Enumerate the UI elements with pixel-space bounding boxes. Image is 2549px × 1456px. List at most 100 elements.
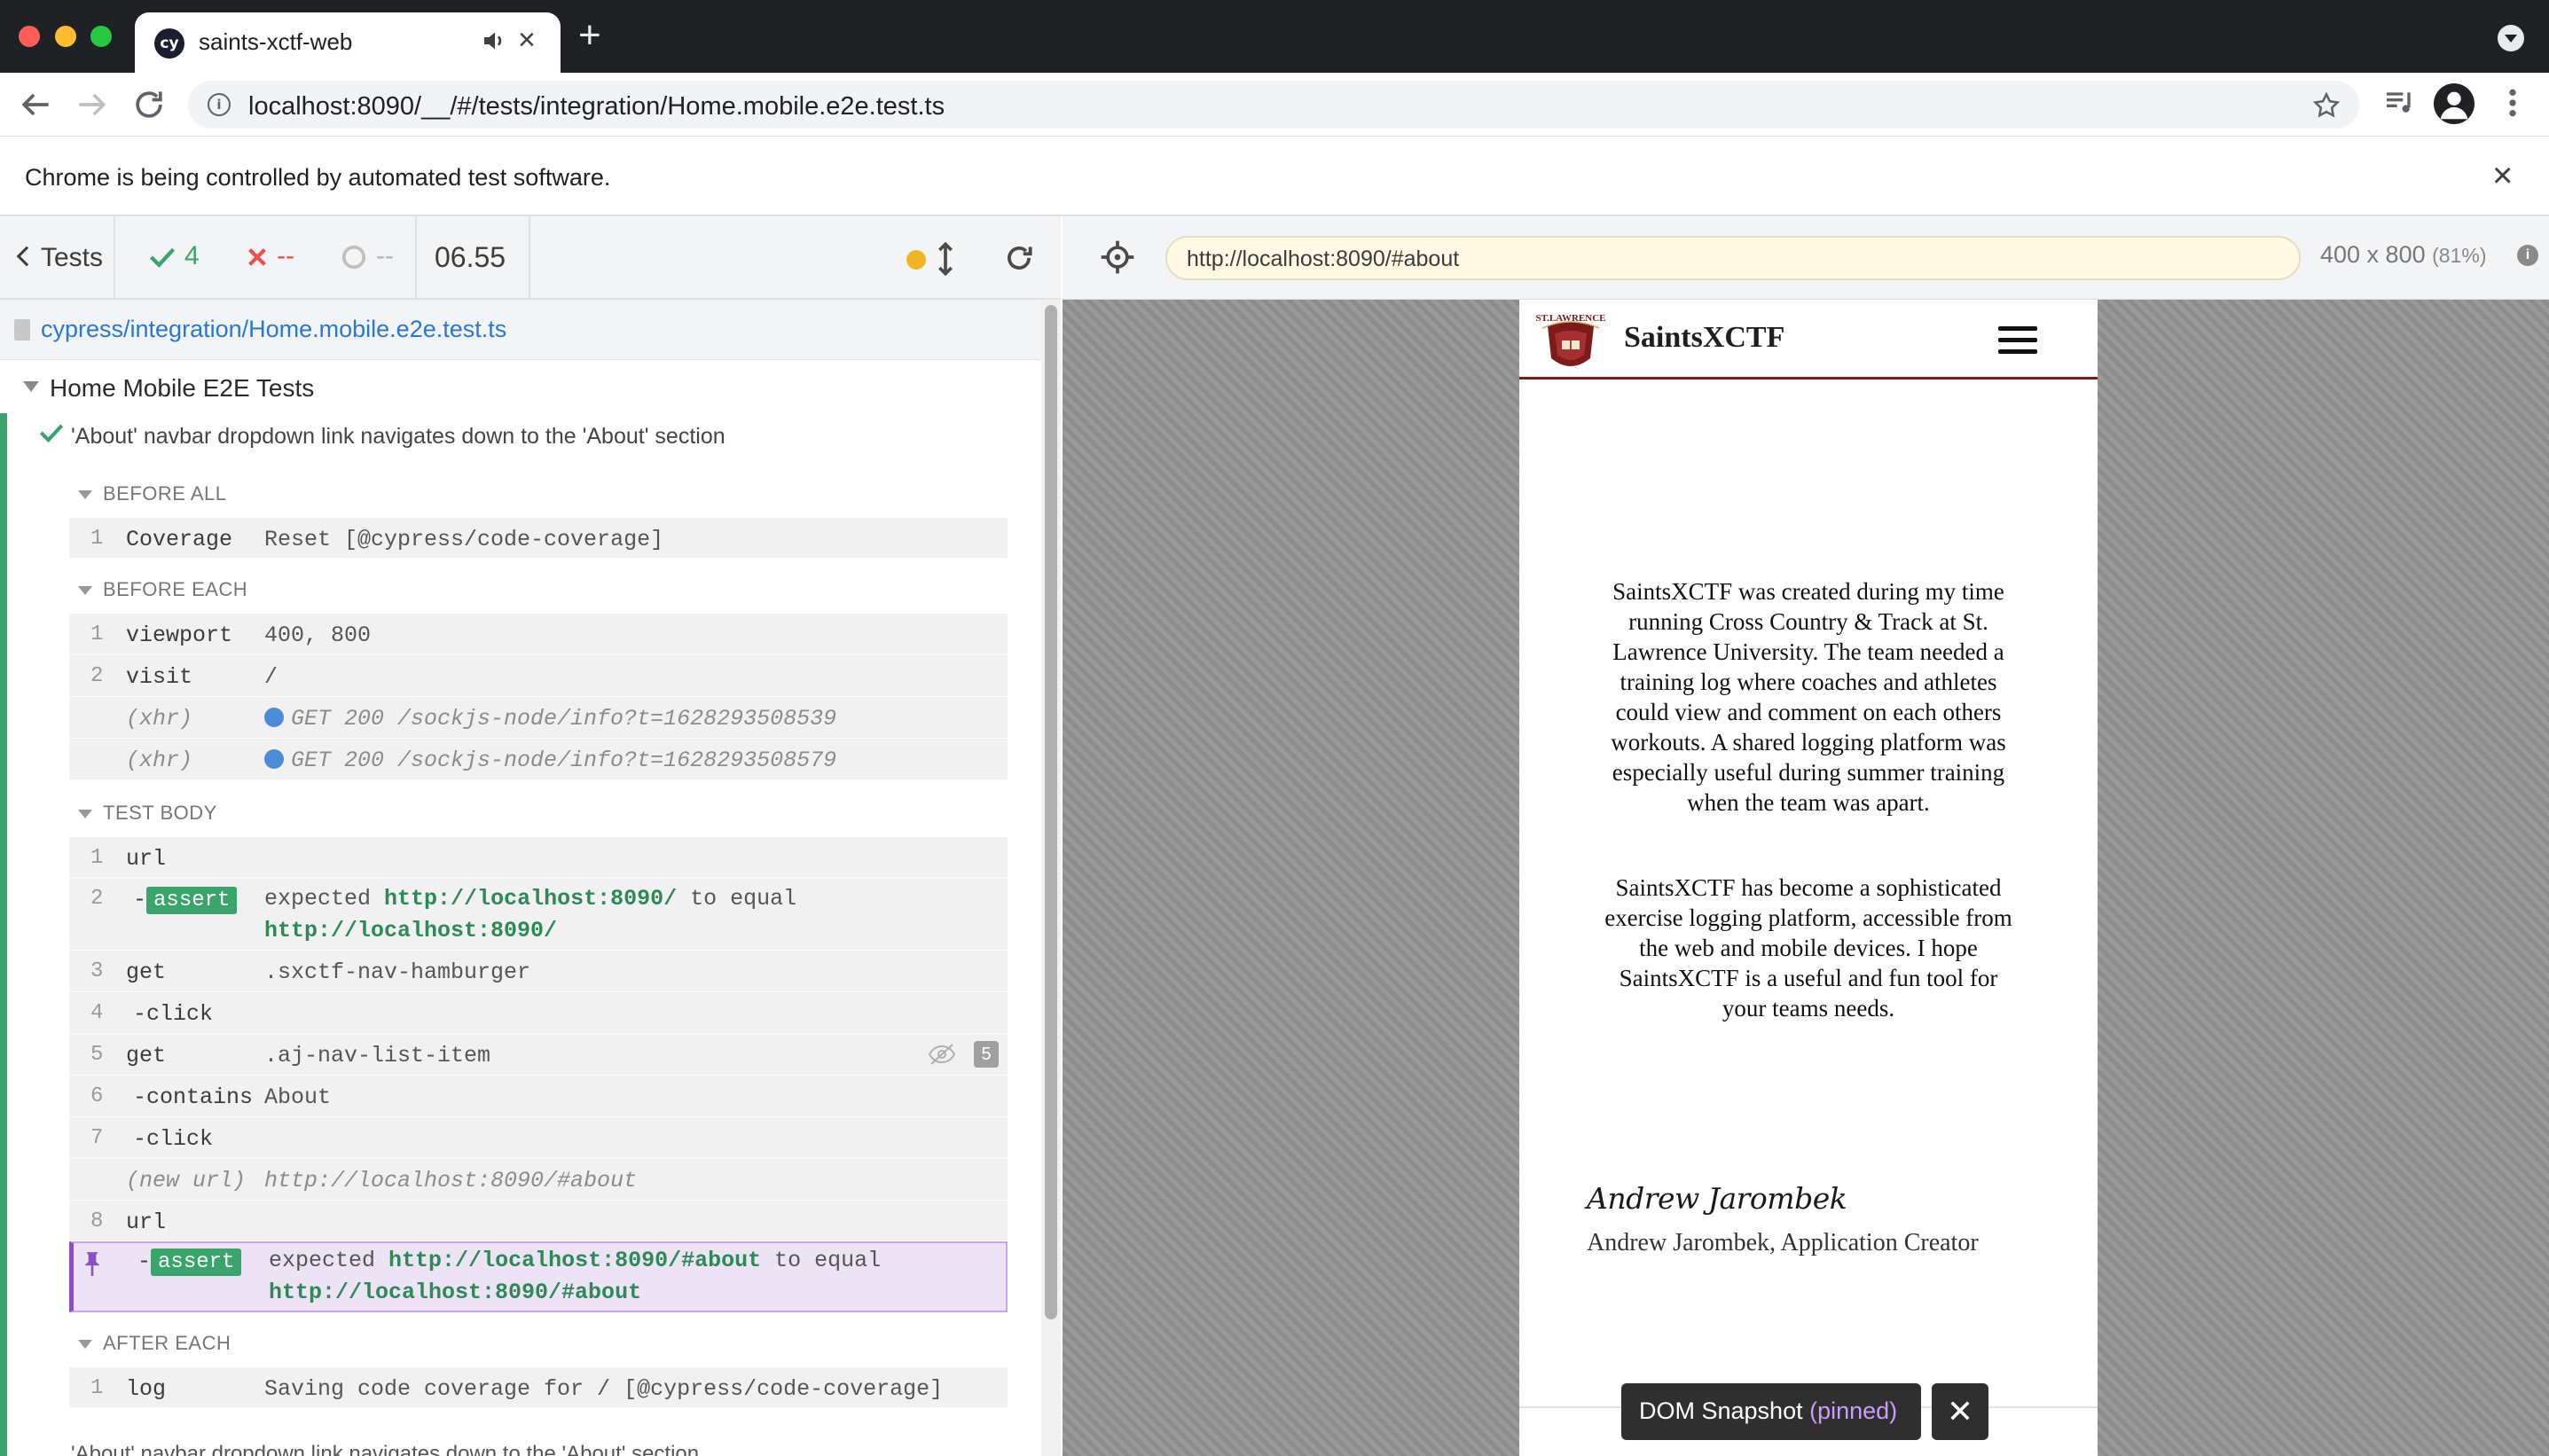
suite-header[interactable]: Home Mobile E2E Tests xyxy=(0,360,1041,415)
pending-count[interactable]: -- xyxy=(341,241,394,271)
st-lawrence-logo-icon[interactable]: ST.LAWRENCE xyxy=(1535,307,1606,374)
command-name: get xyxy=(126,959,167,985)
command-row[interactable]: 1 log Saving code coverage for / [@cypre… xyxy=(69,1367,1008,1408)
command-message: Saving code coverage for / [@cypress/cod… xyxy=(264,1376,944,1402)
hook-label: BEFORE EACH xyxy=(103,578,248,600)
back-arrow-icon[interactable] xyxy=(16,85,55,124)
new-tab-button[interactable]: + xyxy=(578,16,601,55)
running-status-dot xyxy=(906,250,926,270)
hamburger-menu-icon[interactable] xyxy=(1998,326,2037,355)
command-row[interactable]: 6 -contains About xyxy=(69,1076,1008,1117)
hook-label: BEFORE ALL xyxy=(103,482,227,505)
browser-tab[interactable]: cy saints-xctf-web × xyxy=(135,12,561,73)
pinned-assert-row[interactable]: - assert expected http://localhost:8090/#… xyxy=(69,1241,1008,1312)
command-row[interactable]: 4 -click xyxy=(69,992,1008,1034)
spec-file-link[interactable]: cypress/integration/Home.mobile.e2e.test… xyxy=(41,316,506,343)
infobar-close-icon[interactable]: × xyxy=(2492,156,2513,195)
assert-badge: assert xyxy=(151,1249,242,1276)
command-message: / xyxy=(264,664,278,690)
aut-url-bar[interactable]: http://localhost:8090/#about xyxy=(1165,236,2301,280)
profile-avatar-icon[interactable] xyxy=(2434,83,2474,124)
bookmark-star-icon[interactable] xyxy=(2311,90,2341,121)
assert-to-equal: to equal xyxy=(774,1248,882,1273)
tab-search-icon[interactable] xyxy=(2498,25,2524,51)
assert-prefix: - xyxy=(137,1249,152,1274)
window-close-button[interactable] xyxy=(19,26,40,47)
window-minimize-button[interactable] xyxy=(55,26,76,47)
about-paragraph: SaintsXCTF has become a sophisticated ex… xyxy=(1604,874,2012,1022)
command-row[interactable]: 1 url xyxy=(69,837,1008,878)
caret-down-icon xyxy=(78,1340,92,1350)
command-row[interactable]: 7 -click xyxy=(69,1117,1008,1159)
command-number: 3 xyxy=(90,959,104,983)
address-bar[interactable]: i localhost:8090/__/#/tests/integration/… xyxy=(188,81,2359,129)
next-test-title[interactable]: 'About' navbar dropdown link navigates d… xyxy=(71,1442,699,1456)
assert-badge: assert xyxy=(146,887,238,914)
hook-after-each[interactable]: AFTER EACH xyxy=(78,1332,231,1355)
speaker-icon[interactable] xyxy=(481,27,509,55)
tests-back-button[interactable]: Tests xyxy=(0,216,115,300)
command-number: 7 xyxy=(90,1126,104,1150)
xhr-event-row[interactable]: (xhr) GET 200 /sockjs-node/info?t=162829… xyxy=(69,697,1008,739)
event-name: (new url) xyxy=(126,1168,247,1194)
hook-before-each[interactable]: BEFORE EACH xyxy=(78,578,247,601)
command-row[interactable]: 5 get .aj-nav-list-item 5 xyxy=(69,1034,1008,1076)
command-name: url xyxy=(126,1209,167,1235)
element-count-badge: 5 xyxy=(974,1041,999,1068)
x-icon xyxy=(248,248,266,266)
browser-menu-icon[interactable] xyxy=(2501,85,2524,121)
dom-snapshot-label: DOM Snapshot (pinned) xyxy=(1639,1397,1897,1425)
cypress-favicon-icon: cy xyxy=(154,28,184,59)
assert-to-equal: to equal xyxy=(690,886,797,912)
test-passed-check-icon xyxy=(39,424,64,443)
app-brand-title[interactable]: SaintsXCTF xyxy=(1624,321,1784,355)
media-controls-icon[interactable] xyxy=(2382,85,2418,121)
caret-down-icon xyxy=(78,810,92,819)
assert-prefix: - xyxy=(133,887,147,912)
assert-message: expected http://localhost:8090/#about to… xyxy=(269,1245,881,1309)
rerun-icon[interactable] xyxy=(1002,241,1036,275)
test-title[interactable]: 'About' navbar dropdown link navigates d… xyxy=(71,424,725,450)
eye-slash-icon[interactable] xyxy=(928,1043,956,1066)
command-row[interactable]: 1 Coverage Reset [@cypress/code-coverage… xyxy=(69,518,1008,559)
caret-down-icon xyxy=(78,490,92,500)
command-number: 6 xyxy=(90,1084,104,1108)
passed-count[interactable]: 4 xyxy=(149,241,200,271)
xhr-event-row[interactable]: (xhr) GET 200 /sockjs-node/info?t=162829… xyxy=(69,739,1008,780)
new-url-event-row[interactable]: (new url) http://localhost:8090/#about xyxy=(69,1159,1008,1201)
xhr-message: GET 200 /sockjs-node/info?t=162829350857… xyxy=(264,748,836,773)
address-bar-url[interactable]: localhost:8090/__/#/tests/integration/Ho… xyxy=(248,92,945,121)
reporter-scrollbar-thumb[interactable] xyxy=(1045,305,1057,1319)
hook-test-body[interactable]: TEST BODY xyxy=(78,802,217,825)
command-row[interactable]: 8 url xyxy=(69,1201,1008,1241)
logo-text: ST.LAWRENCE xyxy=(1536,313,1606,324)
assert-row[interactable]: 2 - assert expected http://localhost:8090… xyxy=(69,878,1008,951)
command-message: .aj-nav-list-item xyxy=(264,1043,491,1069)
reload-icon[interactable] xyxy=(129,85,169,124)
command-name: visit xyxy=(126,664,193,690)
command-number: 2 xyxy=(90,887,104,911)
failed-count[interactable]: -- xyxy=(247,241,294,271)
site-info-icon[interactable]: i xyxy=(208,93,231,116)
command-message: About xyxy=(264,1084,332,1110)
command-row[interactable]: 3 get .sxctf-nav-hamburger xyxy=(69,951,1008,992)
auto-scroll-icon[interactable] xyxy=(935,241,956,277)
forward-arrow-icon[interactable] xyxy=(73,85,112,124)
info-icon[interactable]: i xyxy=(2517,245,2538,266)
reporter-scrollbar[interactable] xyxy=(1041,300,1061,1456)
chevron-left-icon xyxy=(16,246,37,267)
hook-before-all[interactable]: BEFORE ALL xyxy=(78,482,227,505)
tab-close-icon[interactable]: × xyxy=(518,24,536,56)
unpin-snapshot-close-icon[interactable]: ✕ xyxy=(1932,1383,1988,1440)
caret-down-icon xyxy=(23,381,39,392)
command-row[interactable]: 1 viewport 400, 800 xyxy=(69,614,1008,655)
hook-label: AFTER EACH xyxy=(103,1332,231,1354)
command-row[interactable]: 2 visit / xyxy=(69,655,1008,697)
viewport-scale: (81%) xyxy=(2432,244,2487,267)
assert-actual: http://localhost:8090/#about xyxy=(388,1248,762,1273)
pin-icon xyxy=(84,1252,100,1276)
command-number: 1 xyxy=(90,622,104,646)
crosshair-icon[interactable] xyxy=(1100,239,1135,275)
window-zoom-button[interactable] xyxy=(90,26,112,47)
failed-count-value: -- xyxy=(277,241,294,270)
